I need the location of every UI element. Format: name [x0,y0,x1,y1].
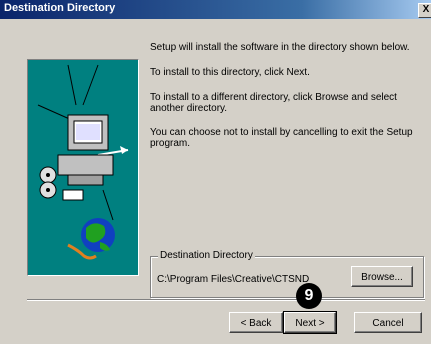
window-title: Destination Directory [4,2,116,14]
setup-illustration [27,59,139,276]
destination-path: C:\Program Files\Creative\CTSND [157,274,310,285]
button-separator [27,299,425,301]
browse-instruction-text: To install to a different directory, cli… [150,92,397,114]
computer-globe-art-icon [28,60,138,275]
destination-directory-group: Destination Directory C:\Program Files\C… [150,250,424,298]
cancel-button[interactable]: Cancel [354,312,422,333]
intro-text: Setup will install the software in the d… [150,42,410,53]
destination-group-label: Destination Directory [158,250,255,261]
title-bar: Destination Directory X [0,0,431,19]
back-button[interactable]: < Back [229,312,283,333]
dialog-body: Setup will install the software in the d… [0,19,431,344]
step-number-badge: 9 [296,283,322,309]
browse-button[interactable]: Browse... [351,266,413,287]
close-button[interactable]: X [418,3,431,18]
cancel-instruction-text: You can choose not to install by cancell… [150,127,413,149]
next-instruction-text: To install to this directory, click Next… [150,67,310,78]
next-button[interactable]: Next > [283,311,337,334]
